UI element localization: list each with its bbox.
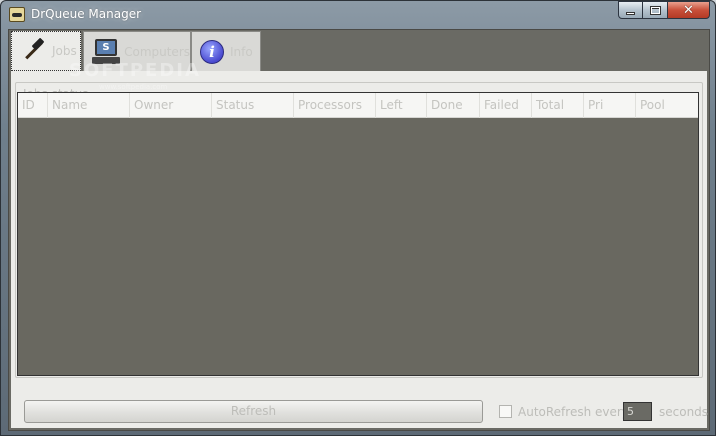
table-header: ID Name Owner Status Processors Left Don… <box>18 93 698 118</box>
maximize-icon <box>649 5 661 15</box>
app-icon[interactable] <box>9 7 25 22</box>
watermark: SOFTPEDIA <box>69 60 201 81</box>
tab-info-label: Info <box>230 44 253 59</box>
column-header-left[interactable]: Left <box>376 93 427 118</box>
client-area: Jobs S Computers i Info Jobs status ID N… <box>8 29 710 431</box>
tab-jobs-label: Jobs <box>52 44 77 58</box>
tab-computers-label: Computers <box>124 44 190 59</box>
seconds-input[interactable]: 5 <box>623 402 652 421</box>
jobs-panel: Jobs status ID Name Owner Status Process… <box>11 71 709 428</box>
column-header-id[interactable]: ID <box>18 93 48 118</box>
column-header-name[interactable]: Name <box>48 93 130 118</box>
column-header-done[interactable]: Done <box>427 93 480 118</box>
column-header-processors[interactable]: Processors <box>294 93 376 118</box>
refresh-button[interactable]: Refresh <box>24 400 483 423</box>
minimize-icon <box>626 12 635 15</box>
jobs-table[interactable]: ID Name Owner Status Processors Left Don… <box>17 92 699 376</box>
info-icon: i <box>200 39 224 64</box>
column-header-status[interactable]: Status <box>212 93 294 118</box>
footer-bar: Refresh AutoRefresh every 5 seconds <box>11 378 709 428</box>
minimize-button[interactable] <box>618 1 643 19</box>
hammer-icon <box>20 37 46 64</box>
close-button[interactable]: ✕ <box>667 1 710 19</box>
column-header-pool[interactable]: Pool <box>636 93 698 118</box>
title-bar[interactable]: DrQueue Manager ✕ <box>1 1 715 28</box>
autorefresh-checkbox[interactable] <box>499 405 512 418</box>
app-window: DrQueue Manager ✕ Jobs S Computers i Inf… <box>0 0 716 436</box>
column-header-pri[interactable]: Pri <box>584 93 636 118</box>
watermark-sub: www.softpedia.com <box>99 83 168 91</box>
column-header-owner[interactable]: Owner <box>130 93 212 118</box>
column-header-total[interactable]: Total <box>532 93 584 118</box>
close-icon: ✕ <box>683 2 694 18</box>
autorefresh-label: AutoRefresh every <box>518 405 629 419</box>
window-title: DrQueue Manager <box>31 7 142 21</box>
column-header-failed[interactable]: Failed <box>480 93 532 118</box>
tab-info[interactable]: i Info <box>191 31 261 71</box>
maximize-button[interactable] <box>642 1 668 19</box>
seconds-label: seconds <box>659 405 709 419</box>
